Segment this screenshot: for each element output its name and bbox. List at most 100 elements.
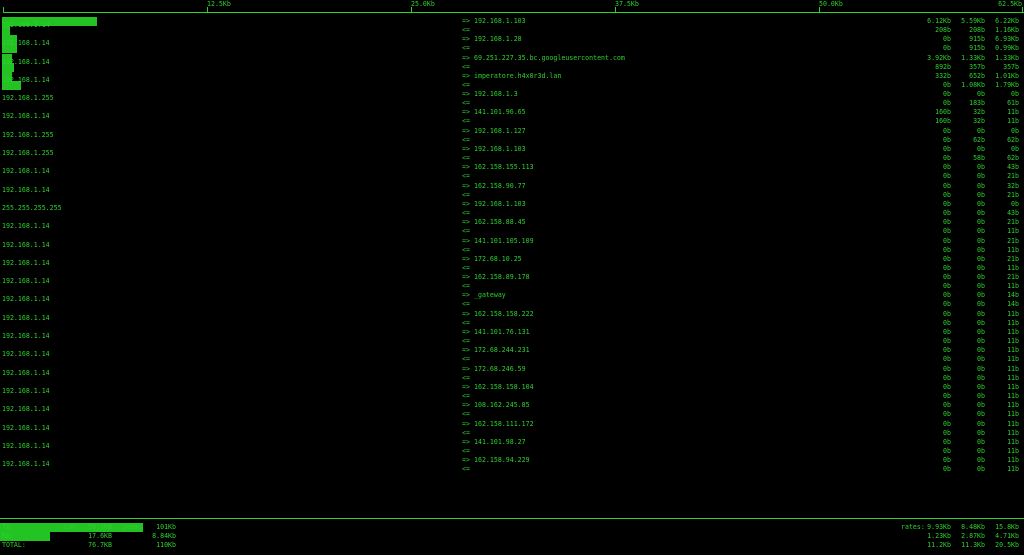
rx-rates: 0b 0b 11b bbox=[923, 319, 1019, 328]
flow-row[interactable]: 192.168.1.255 => 192.168.1.103 <= 0b 0b 0b 0b 58… bbox=[0, 145, 1024, 163]
flow-row[interactable]: 192.168.1.14 => 162.158.111.172 <= 0b 0b 11b 0b… bbox=[0, 420, 1024, 438]
flow-row[interactable]: 192.168.1.14 => 141.101.96.65 <= 160b 32b 11b 1… bbox=[0, 108, 1024, 126]
rx-rate-10s: 0b bbox=[977, 227, 985, 236]
tx-line: => 172.68.10.25 bbox=[462, 255, 522, 264]
rx-rates: 0b 0b 11b bbox=[923, 337, 1019, 346]
rx-peak: 8.84Kb bbox=[152, 532, 176, 540]
tx-rate-10s: 1.33Kb bbox=[961, 53, 985, 62]
tx-line: => 192.168.1.127 bbox=[462, 127, 526, 136]
tx-rate-40s: 11b bbox=[1007, 419, 1019, 428]
flow-row[interactable]: 192.168.1.14 => 172.68.246.59 <= 0b 0b 11b 0b 0b… bbox=[0, 365, 1024, 383]
tx-arrow: => bbox=[462, 291, 470, 300]
flow-row[interactable]: 192.168.1.14 => 141.101.98.27 <= 0b 0b 11b 0b 0b… bbox=[0, 438, 1024, 456]
total-rates: 11.2Kb 11.3Kb 20.5Kb bbox=[923, 541, 1019, 550]
tx-rates: 0b 0b 43b bbox=[923, 163, 1019, 172]
tx-rates: 0b 0b 11b bbox=[923, 456, 1019, 465]
rx-rate-2s: 0b bbox=[943, 80, 951, 89]
rx-rate-10s: 208b bbox=[969, 26, 985, 34]
rx-line: <= bbox=[462, 429, 474, 438]
rx-rate-40s: 11b bbox=[1007, 410, 1019, 419]
tx-rate-2s: 0b bbox=[943, 35, 951, 44]
destination-host: 192.168.1.103 bbox=[474, 199, 526, 208]
rx-rates: 0b 0b 11b bbox=[923, 264, 1019, 273]
tx-rates: 0b 0b 21b bbox=[923, 255, 1019, 264]
tx-line: => 192.168.1.103 bbox=[462, 145, 526, 154]
tx-line: => 192.168.1.103 bbox=[462, 200, 526, 209]
rx-rates: 0b 0b 21b bbox=[923, 191, 1019, 200]
source-host: 192.168.1.14 bbox=[2, 460, 50, 469]
tx-rate-10s: 32b bbox=[973, 108, 985, 117]
flow-row[interactable]: 192.168.1.14 => imperatore.h4x0r3d.lan <= 33… bbox=[0, 71, 1024, 90]
rx-rate-10s: 0b bbox=[977, 172, 985, 181]
flow-row[interactable]: 192.168.1.14 => 172.68.244.231 <= 0b 0b 11b 0b 0… bbox=[0, 346, 1024, 364]
tx-rate-40s: 11b bbox=[1007, 382, 1019, 391]
flow-row[interactable]: 192.168.1.14 => _gateway <= 0b 0b 14b 0b 0b 14b bbox=[0, 291, 1024, 309]
rx-rate-2s: 0b bbox=[943, 227, 951, 236]
tx-rate-10s: 0b bbox=[977, 291, 985, 300]
rx-rate-10s: 0b bbox=[977, 245, 985, 254]
flow-row[interactable]: 192.168.1.14 => 192.168.1.103 <= 6.12Kb 5.59K… bbox=[0, 17, 1024, 35]
tx-rate-10s: 0b bbox=[977, 456, 985, 465]
flow-row[interactable]: 192.168.1.14 => 162.158.94.229 <= 0b 0b 11b 0b 0… bbox=[0, 456, 1024, 474]
rx-rate-2s: 0b bbox=[943, 318, 951, 327]
total-rate-2s: 11.2Kb bbox=[927, 541, 951, 549]
tx-rate-40s: 0b bbox=[1011, 126, 1019, 135]
flow-row[interactable]: 192.168.1.14 => 172.68.10.25 <= 0b 0b 21b 0b 0b 1… bbox=[0, 255, 1024, 273]
source-host: 192.168.1.14 bbox=[2, 350, 50, 359]
tx-total-row: TX: cum: 59.1KB peak: 101Kb rates: 9.93K… bbox=[0, 523, 1024, 532]
rx-rate-2s: 0b bbox=[943, 373, 951, 382]
flow-row[interactable]: 192.168.1.14 => 108.162.245.85 <= 0b 0b 11b 0b 0… bbox=[0, 401, 1024, 419]
rx-rate-40s: 11b bbox=[1007, 373, 1019, 382]
tx-rate-10s: 0b bbox=[977, 218, 985, 227]
destination-host: 108.162.245.85 bbox=[474, 401, 530, 410]
source-host: 192.168.1.255 bbox=[2, 94, 54, 103]
source-host: 192.168.1.14 bbox=[2, 167, 50, 176]
tx-rate-10s: 0b bbox=[977, 437, 985, 446]
source-host: 192.168.1.14 bbox=[2, 277, 50, 286]
destination-host: 162.158.158.222 bbox=[474, 309, 534, 318]
flow-row[interactable]: 192.168.1.255 => 192.168.1.3 <= 0b 0b 0b 0b 183b… bbox=[0, 90, 1024, 108]
flow-row[interactable]: 192.168.1.14 => 162.158.89.178 <= 0b 0b 21b 0b 0… bbox=[0, 273, 1024, 291]
tx-rates: 160b 32b 11b bbox=[923, 108, 1019, 117]
rx-rate-2s: 0b bbox=[943, 391, 951, 400]
flow-row[interactable]: 192.168.1.14 => 162.158.90.77 <= 0b 0b 32b 0b 0b… bbox=[0, 182, 1024, 200]
source-host: 192.168.1.14 bbox=[2, 21, 50, 29]
flow-row[interactable]: 192.168.1.14 => 192.168.1.28 <= 0b 915b 6.93Kb… bbox=[0, 35, 1024, 54]
rx-total-row: RX: 17.6KB 8.84Kb 1.23Kb 2.87Kb 4.71Kb bbox=[0, 532, 1024, 541]
rx-rates: 0b 58b 62b bbox=[923, 154, 1019, 163]
tx-arrow: => bbox=[462, 145, 470, 154]
rx-rate-40s: 21b bbox=[1007, 190, 1019, 199]
rx-rate-2s: 0b bbox=[943, 154, 951, 163]
tx-line: => imperatore.h4x0r3d.lan bbox=[462, 72, 561, 81]
flow-row[interactable]: 192.168.1.255 => 192.168.1.127 <= 0b 0b 0b 0b 62… bbox=[0, 127, 1024, 145]
rx-rates: 0b 0b 11b bbox=[923, 392, 1019, 401]
flow-row[interactable]: 192.168.1.14 => 69.251.227.35.bc.googleuse… bbox=[0, 53, 1024, 72]
flow-row[interactable]: 255.255.255.255 => 192.168.1.103 <= 0b 0b 0b 0b… bbox=[0, 200, 1024, 218]
scale-tick-label: 50.0Kb bbox=[819, 0, 843, 8]
tx-rate-2s: 0b bbox=[943, 328, 951, 337]
flow-row[interactable]: 192.168.1.14 => 162.158.155.113 <= 0b 0b 43b 0b… bbox=[0, 163, 1024, 181]
rx-line: <= bbox=[462, 465, 474, 474]
rx-line: <= bbox=[462, 63, 474, 72]
rx-rates: 0b 0b 11b bbox=[923, 410, 1019, 419]
tx-rate-2s: 0b bbox=[943, 254, 951, 263]
destination-host: 162.158.158.104 bbox=[474, 382, 534, 391]
source-host: 192.168.1.14 bbox=[2, 295, 50, 304]
rx-rate-10s: 0b bbox=[977, 318, 985, 327]
totals-footer: TX: cum: 59.1KB peak: 101Kb rates: 9.93K… bbox=[0, 518, 1024, 555]
rx-arrow: <= bbox=[462, 44, 470, 53]
tx-line: => 192.168.1.28 bbox=[462, 35, 522, 44]
rx-line: <= bbox=[462, 374, 474, 383]
tx-rate-2s: 0b bbox=[943, 273, 951, 282]
flow-row[interactable]: 192.168.1.14 => 162.158.158.222 <= 0b 0b 11b 0b… bbox=[0, 310, 1024, 328]
rx-rate-2s: 160b bbox=[935, 117, 951, 126]
source-host: 192.168.1.14 bbox=[2, 332, 50, 341]
flow-row[interactable]: 192.168.1.14 => 141.101.105.109 <= 0b 0b 21b 0b… bbox=[0, 237, 1024, 255]
tx-rate-10s: 0b bbox=[977, 382, 985, 391]
destination-host: imperatore.h4x0r3d.lan bbox=[474, 71, 562, 80]
tx-line: => 108.162.245.85 bbox=[462, 401, 530, 410]
flow-row[interactable]: 192.168.1.14 => 162.158.88.45 <= 0b 0b 21b 0b 0b… bbox=[0, 218, 1024, 236]
flow-row[interactable]: 192.168.1.14 => 141.101.76.131 <= 0b 0b 11b 0b 0… bbox=[0, 328, 1024, 346]
flow-row[interactable]: 192.168.1.14 => 162.158.158.104 <= 0b 0b 11b 0b… bbox=[0, 383, 1024, 401]
destination-host: 192.168.1.127 bbox=[474, 126, 526, 135]
